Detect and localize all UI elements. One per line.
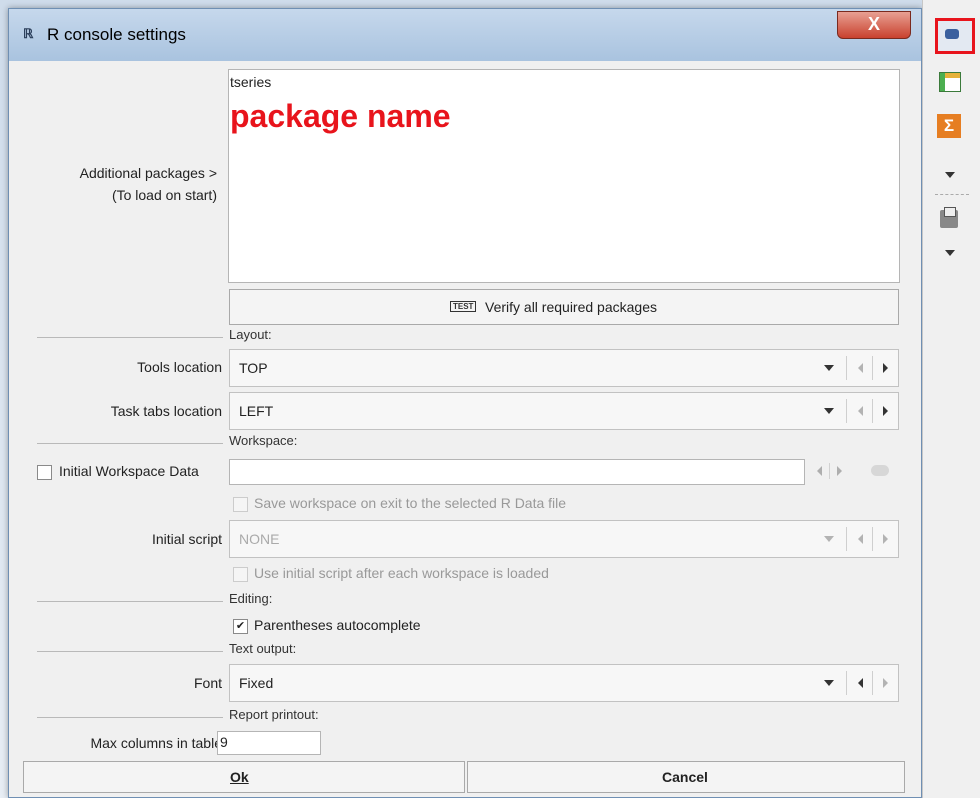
next-icon[interactable] [837, 466, 842, 476]
print-paper [944, 207, 956, 217]
cancel-label: Cancel [662, 769, 708, 785]
chevron-down-icon [824, 365, 834, 371]
task-tabs-select[interactable]: LEFT [229, 392, 899, 430]
browse-icon[interactable] [871, 465, 889, 476]
initial-script-label: Initial script [151, 531, 222, 547]
dialog-title: R console settings [47, 25, 186, 44]
divider [37, 651, 223, 652]
separator [872, 399, 873, 423]
annotation-text: package name [230, 98, 451, 134]
use-initial-script-label: Use initial script after each workspace … [254, 565, 549, 581]
font-value: Fixed [239, 675, 274, 691]
initial-workspace-label: Initial Workspace Data [59, 463, 199, 479]
initial-workspace-field[interactable] [229, 459, 805, 485]
chevron-down-icon [824, 408, 834, 414]
next-icon[interactable] [883, 363, 888, 373]
font-select[interactable]: Fixed [229, 664, 899, 702]
chevron-down-icon [824, 536, 834, 542]
save-workspace-checkbox[interactable] [233, 497, 248, 512]
dropdown-icon[interactable] [945, 172, 955, 178]
packages-value: tseries [230, 74, 272, 90]
separator [872, 356, 873, 380]
r-console-icon [945, 29, 959, 39]
max-columns-field[interactable]: 9 [217, 731, 321, 755]
section-report: Report printout: [229, 707, 319, 722]
font-label: Font [193, 675, 222, 691]
initial-workspace-checkbox[interactable] [37, 465, 52, 480]
dropdown-icon[interactable] [945, 250, 955, 256]
next-icon[interactable] [883, 406, 888, 416]
section-editing: Editing: [229, 591, 273, 606]
previous-icon[interactable] [858, 678, 863, 688]
toolbar-divider [935, 194, 969, 196]
tools-location-select[interactable]: TOP [229, 349, 899, 387]
separator [846, 527, 847, 551]
previous-icon[interactable] [858, 406, 863, 416]
divider [37, 601, 223, 602]
table-icon[interactable] [939, 72, 961, 92]
sum-icon[interactable]: Σ [937, 114, 961, 138]
divider [37, 443, 223, 444]
initial-script-select[interactable]: NONE [229, 520, 899, 558]
divider [37, 337, 223, 338]
previous-icon[interactable] [817, 466, 822, 476]
previous-icon[interactable] [858, 363, 863, 373]
next-icon[interactable] [883, 534, 888, 544]
task-tabs-label: Task tabs location [110, 403, 222, 419]
parentheses-checkbox[interactable]: ✔ [233, 619, 248, 634]
divider [37, 717, 223, 718]
separator [846, 356, 847, 380]
verify-label: Verify all required packages [485, 299, 657, 315]
previous-icon[interactable] [858, 534, 863, 544]
ok-button[interactable]: Ok [23, 761, 465, 793]
tools-location-value: TOP [239, 360, 268, 376]
separator [872, 527, 873, 551]
close-button[interactable]: X [837, 11, 911, 39]
separator [846, 671, 847, 695]
settings-dialog: ℝ R console settings X Additional packag… [8, 8, 922, 798]
tools-location-label: Tools location [137, 359, 222, 375]
section-workspace: Workspace: [229, 433, 298, 448]
table-side-band [940, 73, 945, 91]
separator [829, 463, 830, 479]
save-workspace-label: Save workspace on exit to the selected R… [254, 495, 567, 511]
task-tabs-value: LEFT [239, 403, 274, 419]
section-text-output: Text output: [229, 641, 297, 656]
r-console-button[interactable] [935, 18, 975, 54]
initial-script-value: NONE [239, 531, 280, 547]
chevron-down-icon [824, 680, 834, 686]
side-toolbar: Σ [922, 0, 980, 798]
title-bar[interactable]: ℝ R console settings X [9, 9, 921, 61]
use-initial-script-checkbox[interactable] [233, 567, 248, 582]
r-console-icon: ℝ [23, 26, 34, 41]
packages-sublabel: (To load on start) [111, 187, 217, 203]
cancel-button[interactable]: Cancel [467, 761, 905, 793]
ok-label: Ok [230, 769, 249, 785]
separator [872, 671, 873, 695]
parentheses-label: Parentheses autocomplete [254, 617, 421, 633]
max-columns-label: Max columns in table [90, 735, 222, 751]
print-icon[interactable] [940, 207, 958, 228]
dialog-body: Additional packages > (To load on start)… [13, 61, 915, 793]
packages-label: Additional packages > [79, 165, 217, 181]
section-layout: Layout: [229, 327, 272, 342]
separator [846, 399, 847, 423]
verify-packages-button[interactable]: TEST Verify all required packages [229, 289, 899, 325]
test-icon: TEST [450, 301, 477, 312]
packages-textarea[interactable]: tseries package name [228, 69, 900, 283]
next-icon[interactable] [883, 678, 888, 688]
